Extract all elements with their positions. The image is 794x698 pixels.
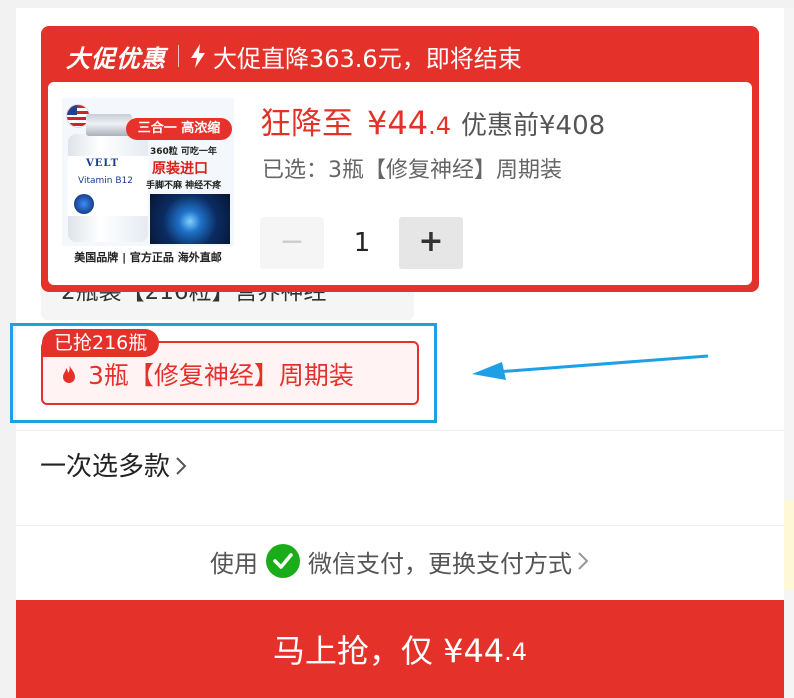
divider — [16, 525, 784, 526]
promo-divider — [178, 45, 179, 67]
quantity-increase-button[interactable]: + — [399, 217, 463, 269]
sold-count-badge: 已抢216瓶 — [42, 329, 160, 357]
multi-select-link[interactable]: 一次选多款 — [40, 446, 188, 483]
chevron-right-icon — [176, 457, 187, 475]
buy-now-label: 马上抢，仅 ¥44 — [272, 632, 505, 670]
payment-method-text: 微信支付，更换支付方式 — [308, 549, 572, 578]
fire-icon — [63, 364, 75, 383]
image-neuron — [150, 194, 230, 244]
image-bottom-text: 美国品牌 | 官方正品 海外直邮 — [62, 246, 234, 270]
bottle-cap — [86, 114, 132, 136]
selected-spec: 已选：3瓶【修复神经】周期装 — [262, 158, 562, 183]
promo-message: 大促直降363.6元，即将结束 — [213, 44, 522, 73]
promo-brand: 大促优惠 — [66, 44, 166, 73]
image-count: 360粒 可吃一年 — [150, 147, 217, 157]
chevron-right-icon — [578, 552, 589, 570]
right-edge — [784, 8, 794, 698]
price-label: 狂降至 — [260, 106, 353, 142]
annotation-arrow-icon — [472, 354, 709, 380]
image-emblem — [74, 194, 94, 214]
image-import: 原装进口 — [152, 161, 208, 177]
quantity-decrease-button[interactable]: − — [260, 217, 324, 269]
promo-header: 大促优惠 大促直降363.6元，即将结束 — [66, 36, 522, 76]
image-brand: VELT — [86, 158, 120, 169]
image-vitamin: Vitamin B12 — [78, 176, 133, 186]
buy-now-button[interactable]: 马上抢，仅 ¥44 .4 — [16, 600, 784, 698]
buy-now-decimal: .4 — [504, 638, 528, 666]
payment-method-row[interactable]: 使用 微信支付，更换支付方式 — [16, 540, 784, 582]
wechat-pay-icon — [266, 544, 300, 578]
option-3-bottles-label: 3瓶【修复神经】周期装 — [88, 361, 354, 390]
original-price: 优惠前¥408 — [460, 111, 606, 141]
price-line: 狂降至 ¥44 .4 优惠前¥408 — [260, 98, 605, 144]
image-pill-tag: 三合一 高浓缩 — [126, 118, 232, 140]
payment-prefix: 使用 — [210, 549, 258, 578]
lightning-icon — [191, 44, 205, 68]
side-strip — [784, 500, 794, 590]
image-effect: 手脚不麻 神经不疼 — [146, 181, 222, 191]
product-image[interactable]: VELT Vitamin B12 三合一 高浓缩 360粒 可吃一年 原装进口 … — [62, 98, 234, 270]
price-value: ¥44 — [367, 104, 429, 142]
price-decimal: .4 — [428, 112, 451, 140]
multi-select-label: 一次选多款 — [40, 452, 171, 482]
quantity-value[interactable]: 1 — [330, 217, 394, 269]
divider — [16, 430, 784, 431]
